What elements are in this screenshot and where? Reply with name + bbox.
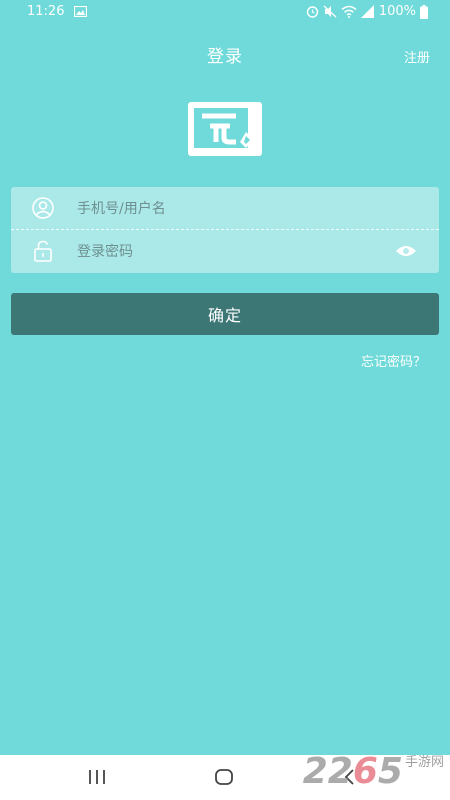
watermark-text: 手游网	[404, 755, 444, 770]
password-input[interactable]	[77, 238, 377, 265]
status-bar: 11:26 100%	[0, 0, 450, 24]
recents-icon[interactable]	[85, 767, 109, 787]
forgot-password-link[interactable]: 忘记密码？	[361, 351, 426, 370]
page-title: 登录	[207, 47, 243, 67]
username-input[interactable]	[77, 195, 377, 222]
lock-icon	[34, 240, 52, 262]
signal-icon	[360, 5, 374, 18]
login-form	[11, 187, 439, 273]
mute-icon	[323, 5, 337, 18]
battery-percent: 100%	[378, 4, 416, 19]
confirm-button[interactable]: 确定	[11, 293, 439, 335]
home-icon[interactable]	[212, 767, 236, 787]
status-icons: 100%	[306, 4, 428, 19]
user-icon	[32, 197, 54, 219]
alarm-icon	[306, 6, 319, 18]
eye-icon[interactable]	[395, 243, 417, 259]
gallery-icon	[74, 6, 87, 17]
watermark-number: 2265	[302, 751, 403, 792]
battery-icon	[420, 4, 428, 19]
watermark-logo: 2265 手游网	[303, 746, 444, 792]
app-logo	[188, 102, 262, 156]
username-row	[11, 187, 439, 230]
register-link[interactable]: 注册	[404, 47, 430, 66]
wifi-icon	[341, 5, 357, 18]
status-time: 11:26	[27, 4, 65, 19]
password-row	[11, 230, 439, 273]
